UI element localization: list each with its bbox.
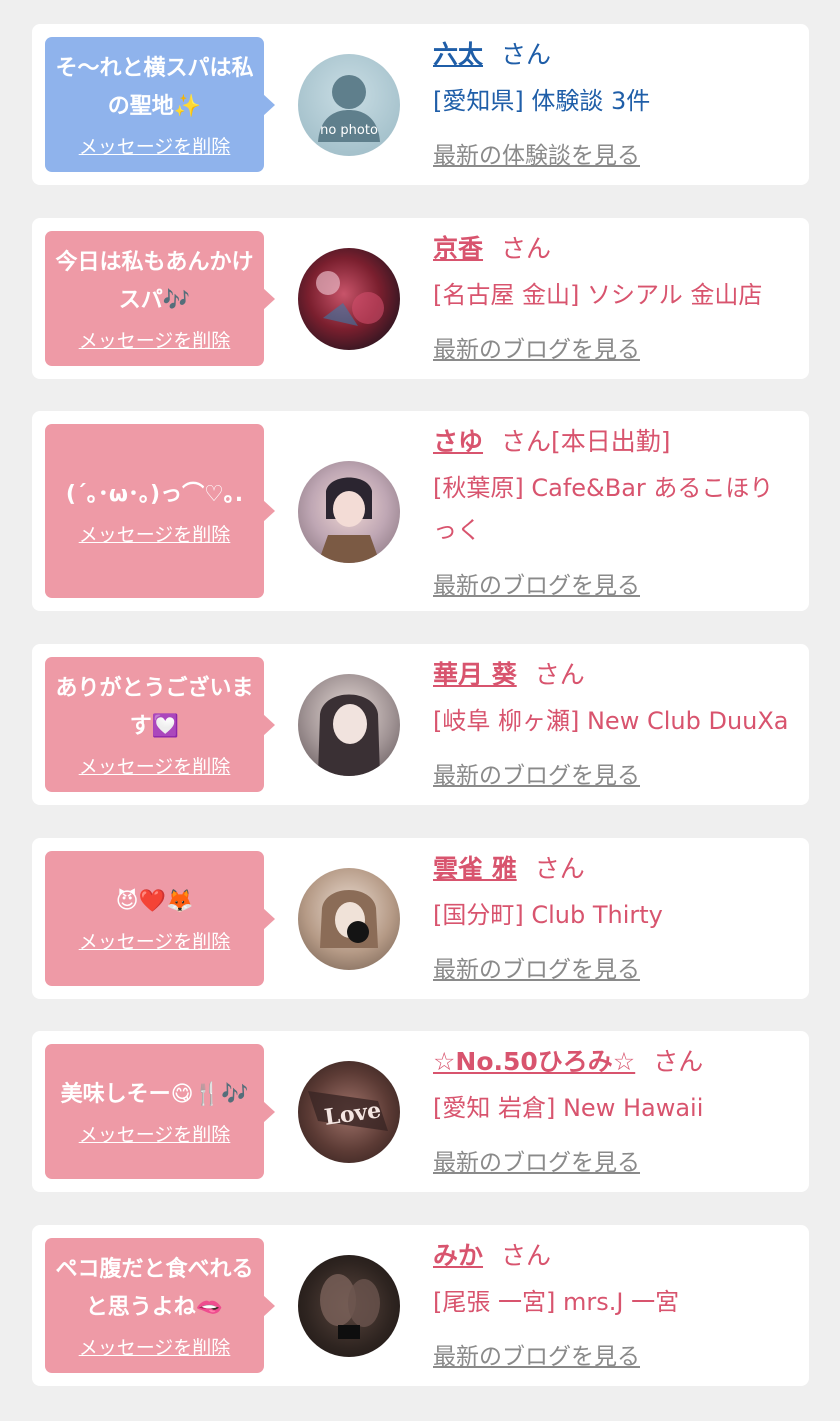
- user-name-link[interactable]: 華月 葵: [433, 660, 517, 689]
- latest-blog-link[interactable]: 最新のブログを見る: [433, 1143, 640, 1177]
- message-bubble: そ〜れと横スパは私の聖地✨ メッセージを削除: [45, 37, 275, 172]
- message-bubble: ありがとうございます💟 メッセージを削除: [45, 657, 275, 792]
- delete-message-link[interactable]: メッセージを削除: [79, 132, 231, 159]
- message-text: 😈❤️🦊: [115, 889, 194, 914]
- shop-info: [国分町] Club Thirty: [433, 901, 663, 929]
- message-bubble: 😈❤️🦊 メッセージを削除: [45, 851, 275, 986]
- user-name-link[interactable]: ☆No.50ひろみ☆: [433, 1047, 635, 1076]
- shop-info: [名古屋 金山] ソシアル 金山店: [433, 281, 763, 309]
- name-suffix: さん: [501, 234, 552, 263]
- user-name-link[interactable]: 六太: [433, 40, 483, 69]
- name-suffix: さん: [653, 1047, 704, 1076]
- message-bubble: (´｡･ω･｡)っ⌒♡｡. メッセージを削除: [45, 424, 275, 598]
- list-item: そ〜れと横スパは私の聖地✨ メッセージを削除 no photo 六太 さん [愛知…: [32, 24, 809, 185]
- item-info: みか さん [尾張 一宮] mrs.J 一宮 最新のブログを見る: [433, 1239, 795, 1370]
- list-item: 美味しそー😋🍴🎶 メッセージを削除 Love ☆No.50ひろみ☆ さん [愛知 …: [32, 1031, 809, 1192]
- list-item: ペコ腹だと食べれると思うよね🫦 メッセージを削除 みか さん [尾張 一宮] mr…: [32, 1225, 809, 1386]
- no-photo-label: no photo: [320, 123, 378, 138]
- photo-placeholder-icon: [318, 477, 380, 563]
- delete-message-link[interactable]: メッセージを削除: [79, 520, 231, 547]
- item-info: さゆ さん[本日出勤] [秋葉原] Cafe&Bar あるこほりっく 最新のブログ…: [433, 425, 795, 599]
- avatar[interactable]: no photo: [298, 54, 400, 156]
- name-row: 雲雀 雅さん: [433, 852, 795, 886]
- avatar[interactable]: [298, 674, 400, 776]
- avatar[interactable]: [298, 868, 400, 970]
- item-info: ☆No.50ひろみ☆ さん [愛知 岩倉] New Hawaii 最新のブログを見…: [433, 1045, 795, 1176]
- message-bubble: 美味しそー😋🍴🎶 メッセージを削除: [45, 1044, 275, 1179]
- delete-message-link[interactable]: メッセージを削除: [79, 326, 231, 353]
- avatar[interactable]: [298, 248, 400, 350]
- name-row: さゆ さん[本日出勤]: [433, 425, 795, 459]
- message-text: 今日は私もあんかけスパ🎶: [55, 250, 254, 313]
- message-text: (´｡･ω･｡)っ⌒♡｡.: [65, 481, 244, 507]
- name-row: 六太 さん: [433, 38, 795, 72]
- delete-message-link[interactable]: メッセージを削除: [79, 927, 231, 954]
- latest-blog-link[interactable]: 最新のブログを見る: [433, 330, 640, 364]
- user-name-link[interactable]: 雲雀 雅: [433, 854, 517, 883]
- list-item: (´｡･ω･｡)っ⌒♡｡. メッセージを削除 さゆ さん[本日出勤] [秋葉原] …: [32, 411, 809, 611]
- list-item: 😈❤️🦊 メッセージを削除 雲雀 雅さん [国分町] Club Thirty 最…: [32, 838, 809, 999]
- message-text: ありがとうございます💟: [55, 676, 254, 739]
- photo-placeholder-icon: [318, 694, 380, 776]
- name-suffix: さん: [501, 40, 552, 69]
- name-suffix: さん: [501, 1241, 552, 1270]
- latest-blog-link[interactable]: 最新のブログを見る: [433, 756, 640, 790]
- shop-info: [尾張 一宮] mrs.J 一宮: [433, 1288, 680, 1316]
- name-suffix: さん: [534, 660, 585, 689]
- avatar[interactable]: Love: [298, 1061, 400, 1163]
- item-info: 華月 葵さん [岐阜 柳ヶ瀬] New Club DuuXa 最新のブログを見る: [433, 658, 795, 789]
- photo-placeholder-icon: [320, 1274, 380, 1339]
- name-row: みか さん: [433, 1239, 795, 1273]
- message-text: 美味しそー😋🍴🎶: [60, 1082, 249, 1107]
- message-text: ペコ腹だと食べれると思うよね🫦: [55, 1257, 254, 1320]
- shop-info: [愛知県] 体験談 3件: [433, 87, 651, 115]
- list-item: 今日は私もあんかけスパ🎶 メッセージを削除 京香 さん [名古屋 金山] ソシアル…: [32, 218, 809, 379]
- list-item: ありがとうございます💟 メッセージを削除 華月 葵さん [岐阜 柳ヶ瀬] New…: [32, 644, 809, 805]
- item-info: 六太 さん [愛知県] 体験談 3件 最新の体験談を見る: [433, 38, 795, 169]
- shop-info: [秋葉原] Cafe&Bar あるこほりっく: [433, 474, 774, 544]
- photo-placeholder-icon: [320, 890, 378, 948]
- user-name-link[interactable]: さゆ: [433, 427, 483, 456]
- avatar[interactable]: [298, 1255, 400, 1357]
- latest-blog-link[interactable]: 最新のブログを見る: [433, 566, 640, 600]
- message-bubble: 今日は私もあんかけスパ🎶 メッセージを削除: [45, 231, 275, 366]
- avatar[interactable]: [298, 461, 400, 563]
- name-suffix: さん[本日出勤]: [501, 427, 671, 456]
- shop-info: [愛知 岩倉] New Hawaii: [433, 1094, 704, 1122]
- latest-review-link[interactable]: 最新の体験談を見る: [433, 136, 640, 170]
- name-row: 京香 さん: [433, 232, 795, 266]
- name-suffix: さん: [534, 854, 585, 883]
- photo-placeholder-icon: [316, 271, 384, 326]
- shop-info: [岐阜 柳ヶ瀬] New Club DuuXa: [433, 707, 789, 735]
- user-name-link[interactable]: 京香: [433, 234, 483, 263]
- item-info: 雲雀 雅さん [国分町] Club Thirty 最新のブログを見る: [433, 852, 795, 983]
- latest-blog-link[interactable]: 最新のブログを見る: [433, 950, 640, 984]
- delete-message-link[interactable]: メッセージを削除: [79, 1333, 231, 1360]
- message-text: そ〜れと横スパは私の聖地✨: [55, 56, 254, 119]
- no-photo-icon: no photo: [318, 75, 380, 142]
- delete-message-link[interactable]: メッセージを削除: [79, 752, 231, 779]
- name-row: 華月 葵さん: [433, 658, 795, 692]
- delete-message-link[interactable]: メッセージを削除: [79, 1120, 231, 1147]
- name-row: ☆No.50ひろみ☆ さん: [433, 1045, 795, 1079]
- photo-placeholder-icon: Love: [308, 1091, 388, 1131]
- user-name-link[interactable]: みか: [433, 1241, 483, 1270]
- message-bubble: ペコ腹だと食べれると思うよね🫦 メッセージを削除: [45, 1238, 275, 1373]
- latest-blog-link[interactable]: 最新のブログを見る: [433, 1337, 640, 1371]
- item-info: 京香 さん [名古屋 金山] ソシアル 金山店 最新のブログを見る: [433, 232, 795, 363]
